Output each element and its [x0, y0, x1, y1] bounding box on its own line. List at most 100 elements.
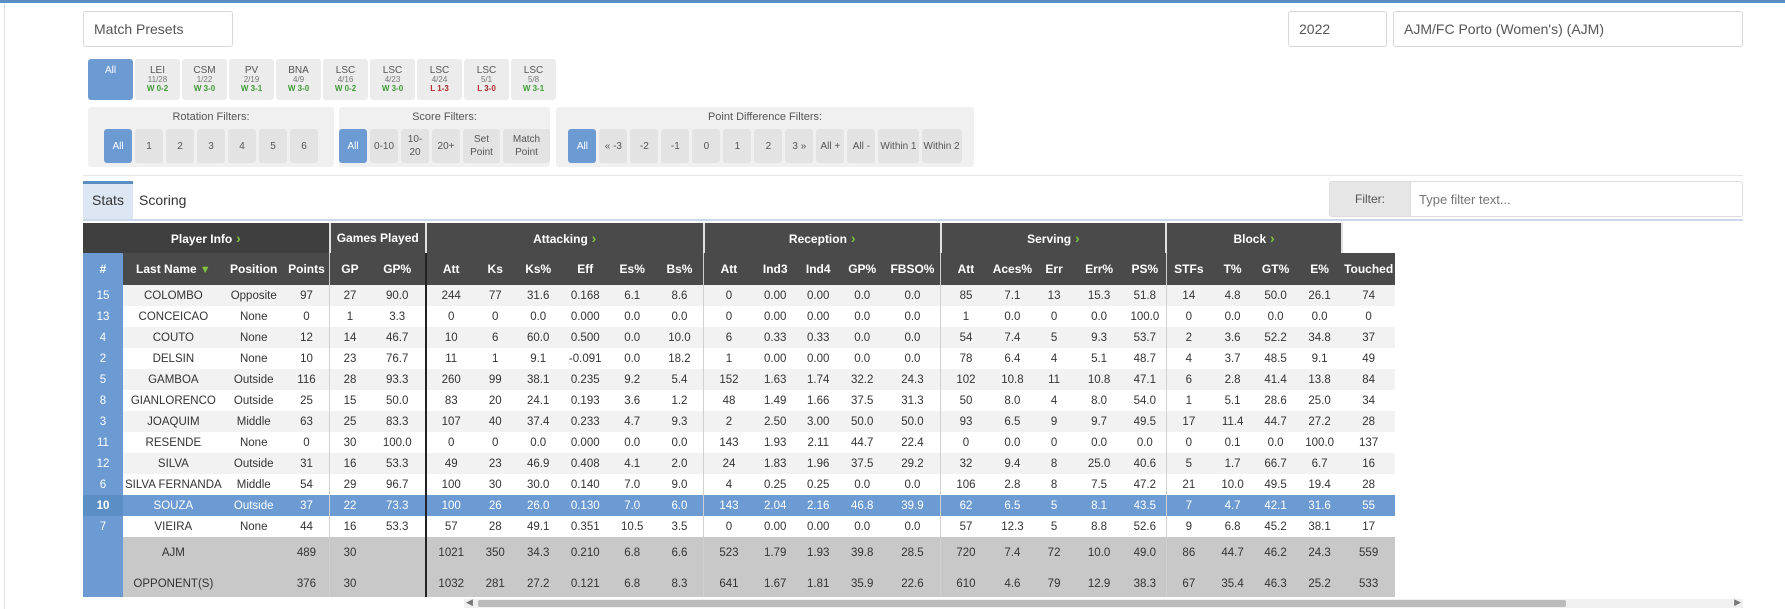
table-row[interactable]: 11 RESENDE None 0 30 100.0 0 0 0.0 0.000 0.0 0.0 143… — [83, 432, 1396, 453]
column-header[interactable]: Bs% — [655, 253, 704, 285]
column-header[interactable]: # — [83, 253, 123, 285]
team-select[interactable]: AJM/FC Porto (Women's) (AJM) — [1393, 11, 1743, 47]
rotation-filter-button[interactable]: 1 — [135, 129, 163, 163]
column-header[interactable]: GT% — [1254, 253, 1298, 285]
rotation-filter-button[interactable]: 6 — [290, 129, 318, 163]
totals-row[interactable]: OPPONENT(S) 376 30 1032 281 27.2 0.121 6.8 8.3 64… — [83, 568, 1396, 597]
diff-filter-button[interactable]: -2 — [630, 129, 659, 163]
table-cell: 15 — [329, 390, 370, 411]
table-row[interactable]: 7 VIEIRA None 44 16 53.3 57 28 49.1 0.351 10.5 3.5 0… — [83, 516, 1396, 537]
match-button[interactable]: LSC 4/23 W 3-0 — [370, 59, 415, 100]
table-row[interactable]: 10 SOUZA Outside 37 22 73.3 100 26 26.0 0.130 7.0 6… — [83, 495, 1396, 516]
match-button[interactable]: LSC 5/8 W 3-1 — [511, 59, 556, 100]
diff-filter-button[interactable]: All + — [816, 129, 845, 163]
diff-filter-button[interactable]: 2 — [754, 129, 783, 163]
horizontal-scrollbar[interactable]: ◀ ▶ — [464, 597, 1743, 608]
season-select[interactable]: 2022 — [1288, 11, 1387, 47]
tab-scoring[interactable]: Scoring — [139, 181, 209, 220]
diff-filter-button[interactable]: 3 » — [785, 129, 814, 163]
expand-chevron-icon[interactable]: › — [588, 230, 597, 246]
score-filter-button[interactable]: Set Point — [463, 129, 501, 163]
column-header[interactable]: Es% — [608, 253, 656, 285]
column-header[interactable]: T% — [1211, 253, 1255, 285]
column-header[interactable]: GP% — [369, 253, 426, 285]
column-header[interactable]: Aces% — [990, 253, 1035, 285]
column-header[interactable]: GP% — [839, 253, 885, 285]
column-header[interactable]: STFs — [1165, 253, 1212, 285]
table-row[interactable]: 13 CONCEICAO None 0 1 3.3 0 0 0.0 0.000 0.0 0.0 0 0.0… — [83, 306, 1396, 327]
match-button[interactable]: LSC 5/1 L 3-0 — [464, 59, 509, 100]
match-button[interactable]: LSC 4/24 L 1-3 — [417, 59, 462, 100]
column-header[interactable]: Points — [283, 253, 330, 285]
table-row[interactable]: 5 GAMBOA Outside 116 28 93.3 260 99 38.1 0.235 9.2… — [83, 369, 1396, 390]
column-header[interactable]: Ks% — [514, 253, 562, 285]
column-header[interactable]: E% — [1297, 253, 1343, 285]
column-header[interactable]: Att — [940, 253, 991, 285]
column-header[interactable]: Err% — [1074, 253, 1125, 285]
table-row[interactable]: 2 DELSIN None 10 23 76.7 11 1 9.1 -0.091 0.0 18.2 1 0… — [83, 348, 1396, 369]
score-filter-button[interactable]: 20+ — [432, 129, 460, 163]
column-header[interactable]: PS% — [1124, 253, 1167, 285]
column-header-label: Eff — [577, 262, 594, 276]
expand-chevron-icon[interactable]: › — [847, 230, 856, 246]
group-header-attacking[interactable]: Attacking › — [424, 223, 705, 253]
column-header[interactable]: Ks — [475, 253, 515, 285]
group-header-serving[interactable]: Serving › — [940, 223, 1168, 253]
diff-filter-button[interactable]: Within 1 — [878, 129, 919, 163]
diff-filter-button[interactable]: -1 — [661, 129, 690, 163]
scroll-right-arrow-icon[interactable]: ▶ — [1734, 597, 1741, 608]
column-header[interactable]: Ind4 — [796, 253, 840, 285]
table-cell: 57 — [424, 516, 476, 537]
table-row[interactable]: 15 COLOMBO Opposite 97 27 90.0 244 77 31.6 0.168 6… — [83, 285, 1396, 306]
column-header[interactable]: Att — [703, 253, 754, 285]
column-header[interactable]: Position — [223, 253, 284, 285]
rotation-filter-button[interactable]: 3 — [197, 129, 225, 163]
expand-chevron-icon[interactable]: › — [1266, 230, 1275, 246]
scroll-left-arrow-icon[interactable]: ◀ — [466, 597, 473, 608]
column-header[interactable]: Eff — [561, 253, 609, 285]
diff-filter-button[interactable]: All — [568, 129, 597, 163]
diff-filter-button[interactable]: 0 — [692, 129, 721, 163]
column-header[interactable]: Touched — [1342, 253, 1396, 285]
diff-filter-button[interactable]: « -3 — [599, 129, 628, 163]
scrollbar-thumb[interactable] — [478, 600, 1566, 607]
table-row[interactable]: 12 SILVA Outside 31 16 53.3 49 23 46.9 0.408 4.1 2.… — [83, 453, 1396, 474]
match-button[interactable]: BNA 4/9 W 3-0 — [276, 59, 321, 100]
expand-chevron-icon[interactable]: › — [1071, 230, 1080, 246]
column-header[interactable]: Ind3 — [753, 253, 797, 285]
match-button[interactable]: CSM 1/22 W 3-0 — [182, 59, 227, 100]
table-row[interactable]: 3 JOAQUIM Middle 63 25 83.3 107 40 37.4 0.233 4.7 9… — [83, 411, 1396, 432]
table-row[interactable]: 6 SILVA FERNANDA Middle 54 29 96.7 100 30 30.0 0.… — [83, 474, 1396, 495]
group-header-player-info[interactable]: Player Info › — [83, 223, 331, 253]
group-header-reception[interactable]: Reception › — [703, 223, 942, 253]
match-button[interactable]: PV 2/19 W 3-1 — [229, 59, 274, 100]
table-row[interactable]: 8 GIANLORENCO Outside 25 15 50.0 83 20 24.1 0.193… — [83, 390, 1396, 411]
filter-text-input[interactable] — [1411, 181, 1743, 217]
diff-filter-button[interactable]: 1 — [723, 129, 752, 163]
diff-filter-button[interactable]: All - — [847, 129, 876, 163]
column-header[interactable]: FBSO% — [884, 253, 941, 285]
match-all-button[interactable]: All — [88, 59, 133, 100]
column-header[interactable]: Err — [1034, 253, 1075, 285]
match-button[interactable]: LSC 4/16 W 0-2 — [323, 59, 368, 100]
group-header-block[interactable]: Block › — [1166, 223, 1344, 253]
match-presets-dropdown[interactable]: Match Presets — [83, 11, 233, 47]
rotation-filter-button[interactable]: 2 — [166, 129, 194, 163]
rotation-filter-button[interactable]: 4 — [228, 129, 256, 163]
tab-stats[interactable]: Stats — [83, 181, 133, 220]
rotation-filter-button[interactable]: 5 — [259, 129, 287, 163]
column-header[interactable]: GP — [329, 253, 370, 285]
score-filter-button[interactable]: 0-10 — [370, 129, 398, 163]
sort-desc-icon[interactable]: ▼ — [197, 264, 211, 276]
score-filter-button[interactable]: Match Point — [503, 129, 550, 163]
totals-row[interactable]: AJM 489 30 1021 350 34.3 0.210 6.8 6.6 523 1.79 1.9… — [83, 537, 1396, 568]
table-row[interactable]: 4 COUTO None 12 14 46.7 10 6 60.0 0.500 0.0 10.0 6 0.… — [83, 327, 1396, 348]
score-filter-button[interactable]: All — [339, 129, 367, 163]
match-button[interactable]: LEI 11/28 W 0-2 — [135, 59, 180, 100]
rotation-filter-button[interactable]: All — [104, 129, 132, 163]
score-filter-button[interactable]: 10-20 — [401, 129, 429, 163]
column-header[interactable]: Att — [424, 253, 476, 285]
expand-chevron-icon[interactable]: › — [232, 230, 241, 246]
column-header[interactable]: Last Name ▼ — [123, 253, 224, 285]
diff-filter-button[interactable]: Within 2 — [921, 129, 962, 163]
